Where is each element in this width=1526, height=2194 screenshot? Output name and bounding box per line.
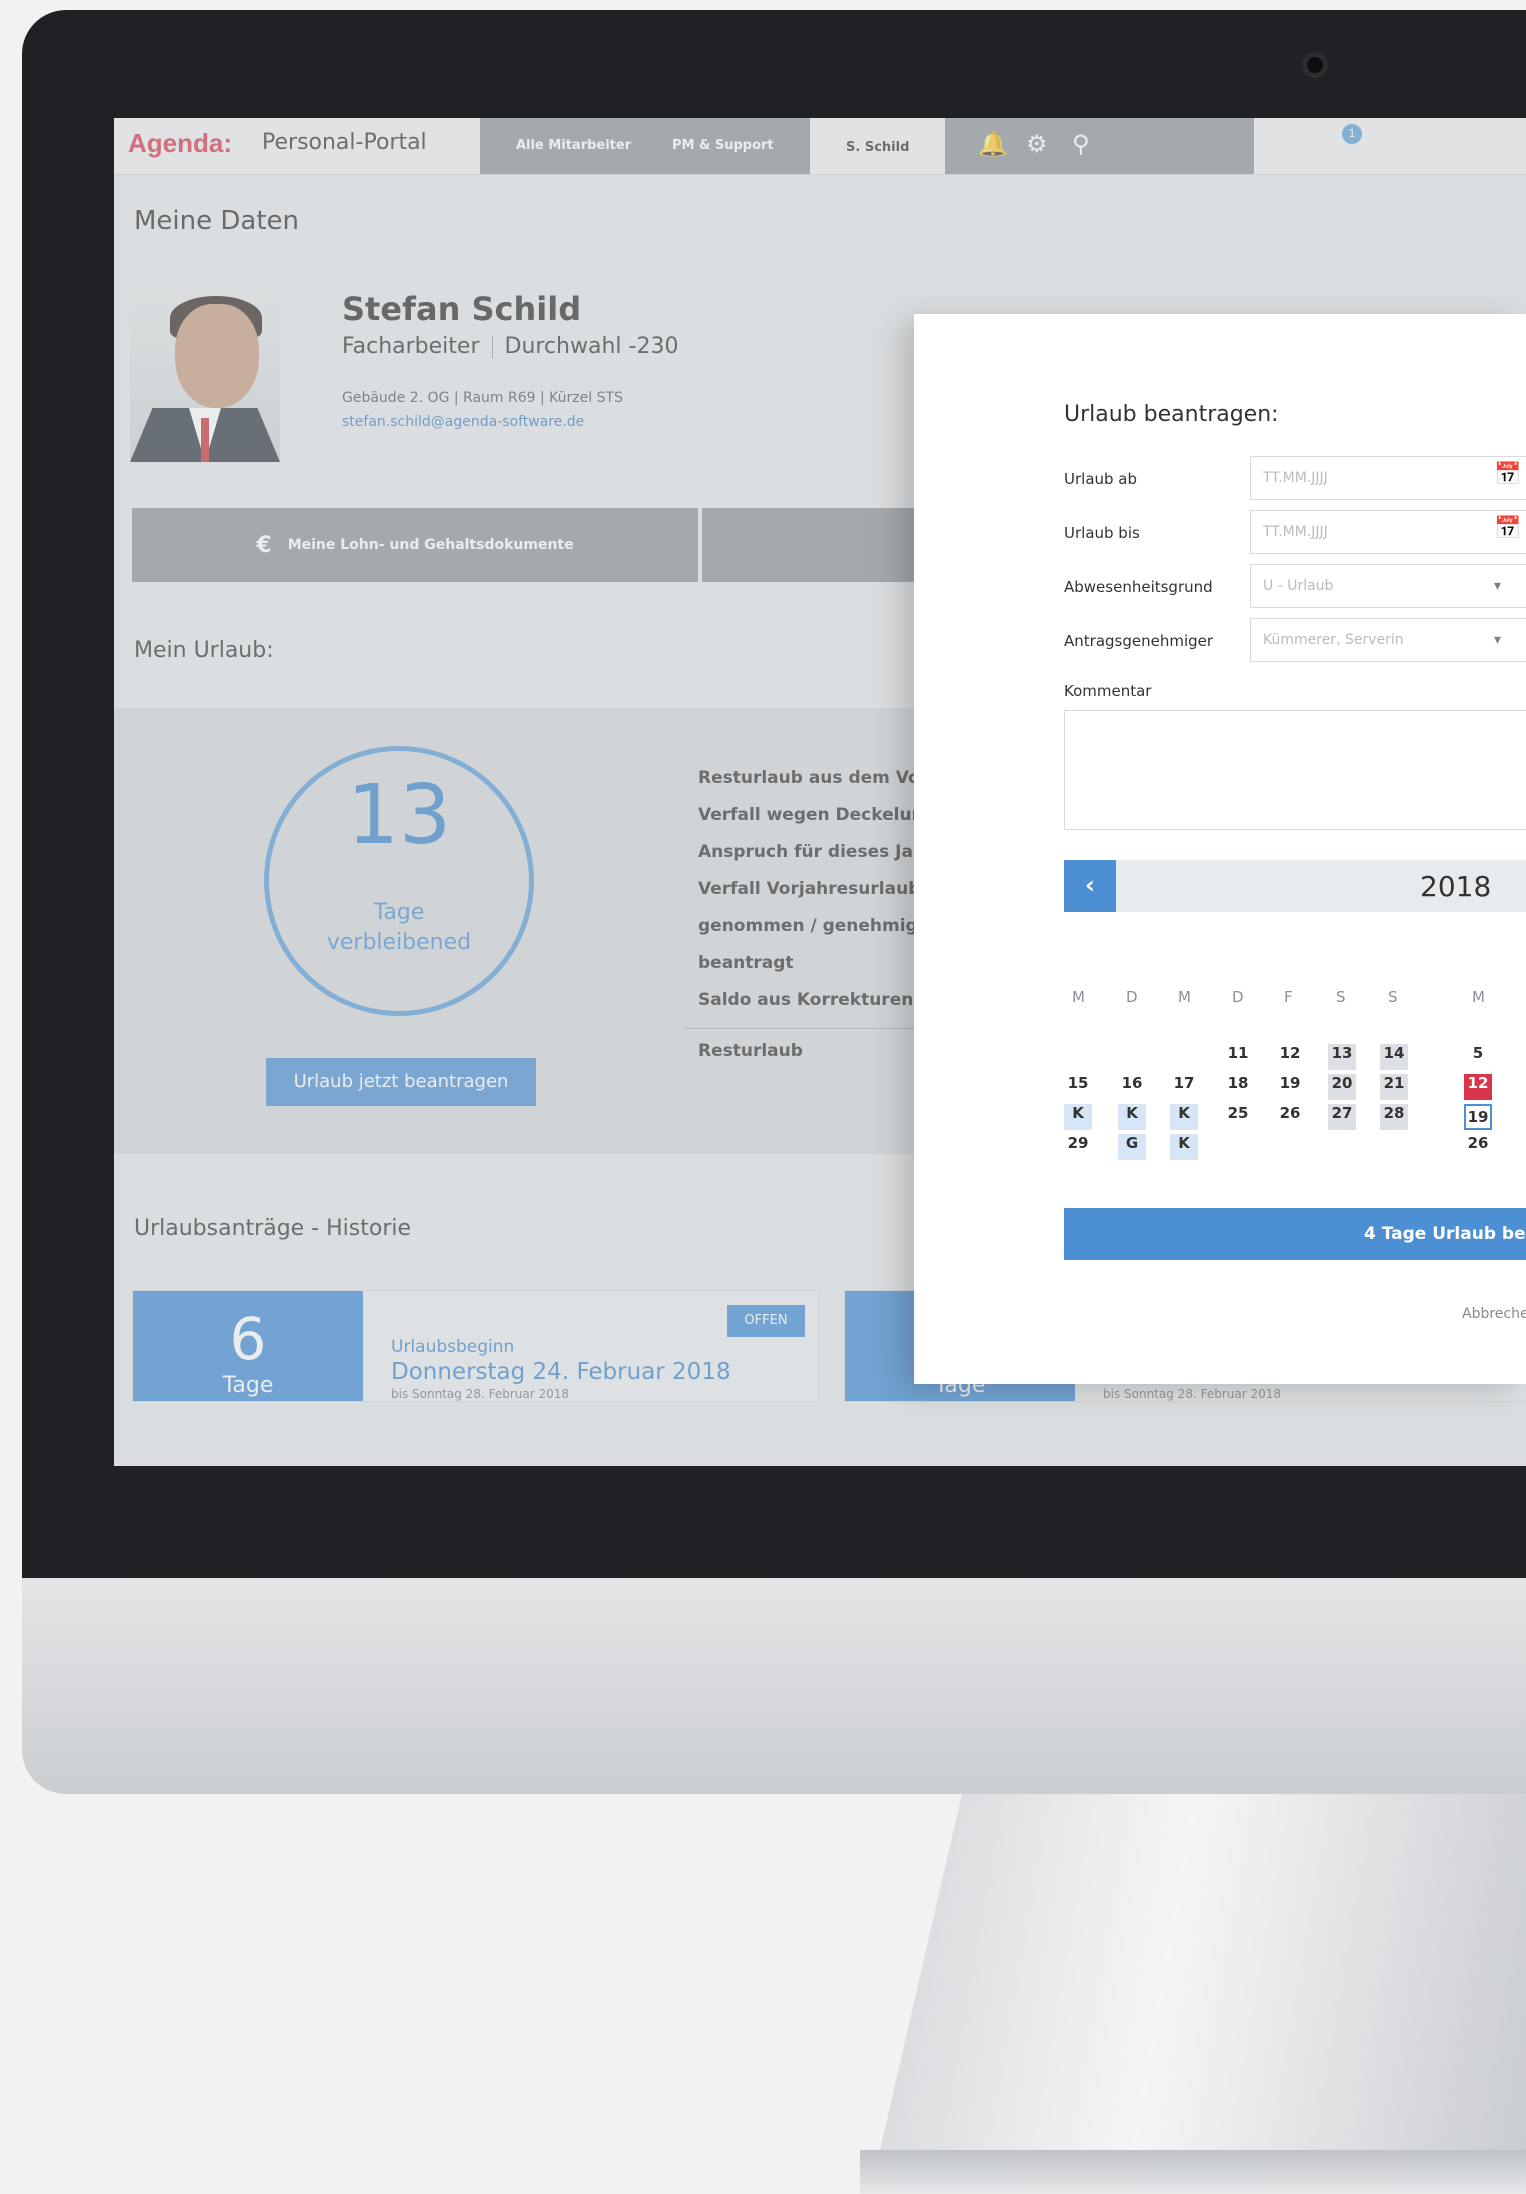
field-label: Antragsgenehmiger <box>1064 632 1214 650</box>
vacation-request-modal: Urlaub beantragen: Urlaub ab TT.MM.JJJJ … <box>914 314 1526 1384</box>
start-date-input[interactable]: TT.MM.JJJJ <box>1250 456 1526 500</box>
calendar-year: 2018 <box>1420 870 1492 903</box>
calendar-day[interactable]: 12 <box>1464 1074 1492 1100</box>
calendar-day[interactable]: 15 <box>1064 1074 1092 1100</box>
submit-request-button[interactable]: 4 Tage Urlaub beant <box>1064 1208 1526 1260</box>
field-label: Urlaub ab <box>1064 470 1138 488</box>
calendar-day[interactable]: 16 <box>1118 1074 1146 1100</box>
calendar-day[interactable]: 28 <box>1380 1104 1408 1130</box>
calendar-day[interactable]: 18 <box>1224 1074 1252 1100</box>
calendar-day[interactable]: 5 <box>1464 1044 1492 1070</box>
webcam-icon <box>1302 52 1328 78</box>
calendar-day[interactable]: 13 <box>1328 1044 1356 1070</box>
monitor-stand <box>870 1794 1526 2194</box>
calendar-day[interactable]: 14 <box>1380 1044 1408 1070</box>
calendar-icon[interactable]: 📅 <box>1494 516 1521 541</box>
calendar-day[interactable]: G <box>1118 1134 1146 1160</box>
calendar-day[interactable]: K <box>1170 1104 1198 1130</box>
calendar-day[interactable]: 11 <box>1224 1044 1252 1070</box>
calendar-day[interactable]: 19 <box>1276 1074 1304 1100</box>
end-date-input[interactable]: TT.MM.JJJJ <box>1250 510 1526 554</box>
calendar-day[interactable]: 26 <box>1276 1104 1304 1130</box>
weekday-label: M <box>1472 988 1485 1006</box>
monitor-bezel <box>22 1578 1526 1794</box>
calendar-day[interactable]: 25 <box>1224 1104 1252 1130</box>
calendar-day[interactable]: 29 <box>1064 1134 1092 1160</box>
previous-month-button[interactable]: ‹ <box>1064 860 1116 912</box>
weekday-label: F <box>1284 988 1293 1006</box>
calendar-day[interactable]: 12 <box>1276 1044 1304 1070</box>
weekday-label: D <box>1126 988 1138 1006</box>
calendar-day[interactable]: 19 <box>1464 1104 1492 1130</box>
modal-title: Urlaub beantragen: <box>1064 402 1279 427</box>
chevron-down-icon: ▾ <box>1494 578 1502 594</box>
cancel-button[interactable]: Abbrechen <box>1462 1306 1526 1322</box>
chevron-down-icon: ▾ <box>1494 632 1502 648</box>
calendar-day[interactable]: K <box>1118 1104 1146 1130</box>
calendar-day[interactable]: 17 <box>1170 1074 1198 1100</box>
weekday-label: D <box>1232 988 1244 1006</box>
calendar-icon[interactable]: 📅 <box>1494 462 1521 487</box>
screen: Agenda: Personal-Portal Alle Mitarbeiter… <box>114 118 1526 1466</box>
calendar-day[interactable]: 21 <box>1380 1074 1408 1100</box>
weekday-label: S <box>1336 988 1346 1006</box>
calendar-day[interactable]: K <box>1064 1104 1092 1130</box>
weekday-label: M <box>1072 988 1085 1006</box>
calendar-day[interactable]: 27 <box>1328 1104 1356 1130</box>
calendar-day[interactable]: K <box>1170 1134 1198 1160</box>
calendar-day[interactable]: 20 <box>1328 1074 1356 1100</box>
comment-textarea[interactable] <box>1064 710 1526 830</box>
calendar-day[interactable]: 26 <box>1464 1134 1492 1160</box>
field-label: Urlaub bis <box>1064 524 1140 542</box>
approver-select[interactable]: Kümmerer, Serverin <box>1250 618 1526 662</box>
calendar-header: ‹ 2018 <box>1064 860 1526 912</box>
field-label: Abwesenheitsgrund <box>1064 578 1213 596</box>
comment-label: Kommentar <box>1064 682 1152 700</box>
weekday-label: M <box>1178 988 1191 1006</box>
absence-reason-select[interactable]: U - Urlaub <box>1250 564 1526 608</box>
weekday-label: S <box>1388 988 1398 1006</box>
monitor-stand-base <box>860 2150 1526 2194</box>
